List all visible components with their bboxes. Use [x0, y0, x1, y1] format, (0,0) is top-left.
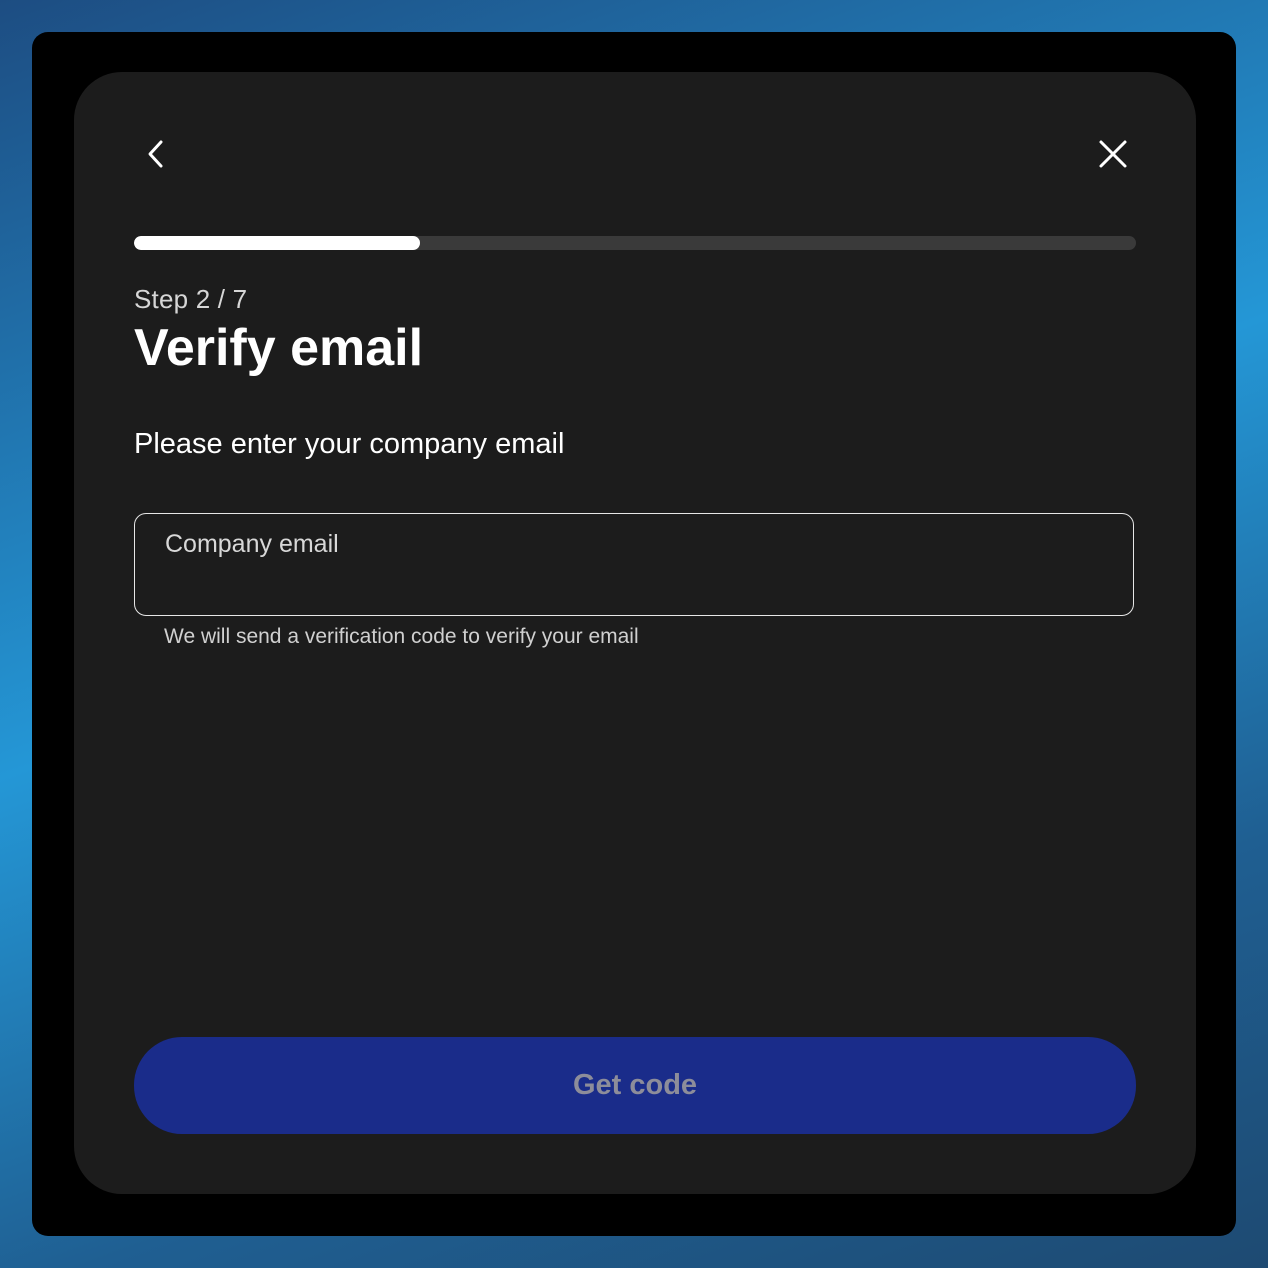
- modal-frame: Step 2 / 7 Verify email Please enter you…: [32, 32, 1236, 1236]
- get-code-button[interactable]: Get code: [134, 1037, 1136, 1134]
- company-email-input[interactable]: [163, 566, 1107, 606]
- progress-bar: [134, 236, 1136, 250]
- back-button[interactable]: [132, 130, 180, 178]
- page-title: Verify email: [134, 319, 424, 377]
- close-button[interactable]: [1089, 130, 1137, 178]
- company-email-label: Company email: [165, 530, 339, 558]
- company-email-field[interactable]: Company email: [134, 513, 1134, 616]
- instruction-text: Please enter your company email: [134, 428, 565, 460]
- step-indicator: Step 2 / 7: [134, 284, 248, 314]
- chevron-left-icon: [148, 140, 163, 168]
- verify-email-card: Step 2 / 7 Verify email Please enter you…: [74, 72, 1196, 1194]
- progress-bar-fill: [134, 236, 420, 250]
- close-icon: [1099, 140, 1127, 168]
- email-helper-text: We will send a verification code to veri…: [164, 625, 639, 648]
